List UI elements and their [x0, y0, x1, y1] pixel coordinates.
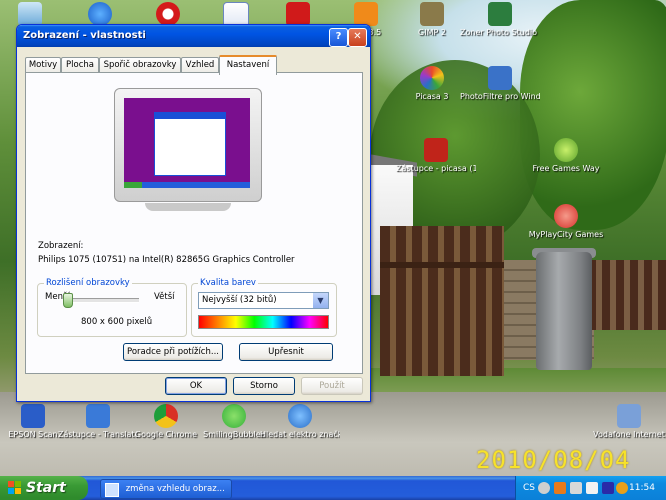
help-button[interactable]: ?: [329, 28, 348, 47]
wallpaper-fence: [380, 226, 504, 376]
close-button[interactable]: ✕: [348, 28, 367, 47]
tab-vzhled[interactable]: Vzhled: [181, 57, 219, 73]
opera-icon: [156, 2, 180, 26]
pdf-shortcut-icon: [424, 138, 448, 162]
dialog-title: Zobrazení - vlastnosti: [23, 30, 146, 41]
chrome-icon: [154, 404, 178, 428]
translate-client-icon: [86, 404, 110, 428]
wallpaper-fence: [588, 260, 666, 330]
taskbar-clock: 11:54: [629, 483, 655, 493]
wallpaper-fence-rail: [380, 262, 504, 268]
dialog-titlebar[interactable]: Zobrazení - vlastnosti ? ✕: [17, 25, 370, 47]
desktop-icon-12[interactable]: Hledat elektro značky: [260, 404, 340, 440]
resolution-slider-thumb[interactable]: [63, 293, 73, 308]
monitor-preview: [114, 88, 262, 202]
tab-screensaver[interactable]: Spořič obrazovky: [99, 57, 181, 73]
photo-date-stamp: 2010/08/04: [476, 446, 631, 474]
taskbar: Start změna vzhledu obraz... CS 11:54: [0, 476, 666, 500]
tab-plocha[interactable]: Plocha: [61, 57, 99, 73]
desktop-icon-8[interactable]: EPSON Scan: [0, 404, 66, 440]
preview-taskbar: [124, 182, 250, 188]
internet-explorer-icon: [288, 404, 312, 428]
windows-logo-icon: [8, 481, 21, 494]
update-icon: [88, 2, 112, 26]
desktop-icon-7[interactable]: MyPlayCity Games: [526, 204, 606, 240]
wallpaper-tree: [520, 0, 666, 230]
epson-scan-icon: [21, 404, 45, 428]
chevron-down-icon[interactable]: ▼: [313, 293, 328, 308]
tray-volume-icon[interactable]: [616, 482, 628, 494]
taskbar-item-label: změna vzhledu obraz...: [125, 484, 225, 494]
color-quality-select[interactable]: Nejvyšší (32 bitů) ▼: [198, 292, 329, 309]
resolution-slider[interactable]: [63, 293, 139, 308]
start-label: Start: [26, 480, 66, 496]
wallpaper-trash-bin: [536, 252, 592, 370]
tray-arrow-icon[interactable]: [538, 482, 550, 494]
start-button[interactable]: Start: [0, 476, 88, 500]
taskbar-item-display-properties[interactable]: změna vzhledu obraz...: [100, 479, 232, 499]
tray-media-icon[interactable]: [602, 482, 614, 494]
troubleshoot-button[interactable]: Poradce při potížích...: [123, 343, 223, 361]
cancel-button[interactable]: Storno: [233, 377, 295, 395]
gimp-icon: [420, 2, 444, 26]
free-games-icon: [554, 138, 578, 162]
m-logo-icon: [286, 2, 310, 26]
desktop-icon-13[interactable]: Vodafone Internet: [592, 404, 666, 440]
tab-motivy[interactable]: Motivy: [25, 57, 61, 73]
desktop-icon-2[interactable]: Zoner Photo Studio 12: [460, 2, 540, 38]
tray-app-icon[interactable]: [554, 482, 566, 494]
picasa-icon: [420, 66, 444, 90]
myplaycity-icon: [554, 204, 578, 228]
tray-network-icon[interactable]: [570, 482, 582, 494]
preview-start-button: [124, 182, 142, 188]
system-tray: CS 11:54: [515, 476, 666, 500]
display-device-name: Philips 1075 (107S1) na Intel(R) 82865G …: [38, 255, 295, 265]
preview-window: [154, 112, 226, 176]
display-properties-dialog: Zobrazení - vlastnosti ? ✕ Motivy Plocha…: [16, 24, 371, 402]
color-quality-group-title: Kvalita barev: [198, 278, 258, 288]
color-quality-value: Nejvyšší (32 bitů): [202, 295, 277, 305]
monitor-stand: [145, 203, 231, 211]
monitor-screen: [124, 98, 250, 188]
zoner-photo-icon: [488, 2, 512, 26]
photofiltre-icon: [488, 66, 512, 90]
display-label: Zobrazení:: [38, 241, 84, 251]
advanced-button[interactable]: Upřesnit: [239, 343, 333, 361]
resolution-group-title: Rozlišení obrazovky: [44, 278, 132, 288]
smiling-bubbles-icon: [222, 404, 246, 428]
ok-button[interactable]: OK: [165, 377, 227, 395]
resolution-value: 800 x 600 pixelů: [81, 317, 153, 327]
language-indicator[interactable]: CS: [523, 476, 535, 500]
tray-mail-icon[interactable]: [586, 482, 598, 494]
recycle-bin-icon: [18, 2, 42, 26]
apply-button[interactable]: Použít: [301, 377, 363, 395]
desktop-icon-4[interactable]: PhotoFiltre pro Windows: [460, 66, 540, 102]
color-spectrum-bar: [198, 315, 329, 329]
tab-settings[interactable]: Nastavení: [219, 55, 277, 75]
app-icon: [354, 2, 378, 26]
desktop-icon-5[interactable]: Zástupce - picasa (1).xlsx: [396, 138, 476, 174]
preview-window-titlebar: [155, 113, 225, 119]
desktop-icon-6[interactable]: Free Games Way: [526, 138, 606, 174]
display-properties-icon: [105, 483, 119, 497]
vodafone-internet-icon: [617, 404, 641, 428]
resolution-more-label: Větší: [154, 292, 175, 302]
